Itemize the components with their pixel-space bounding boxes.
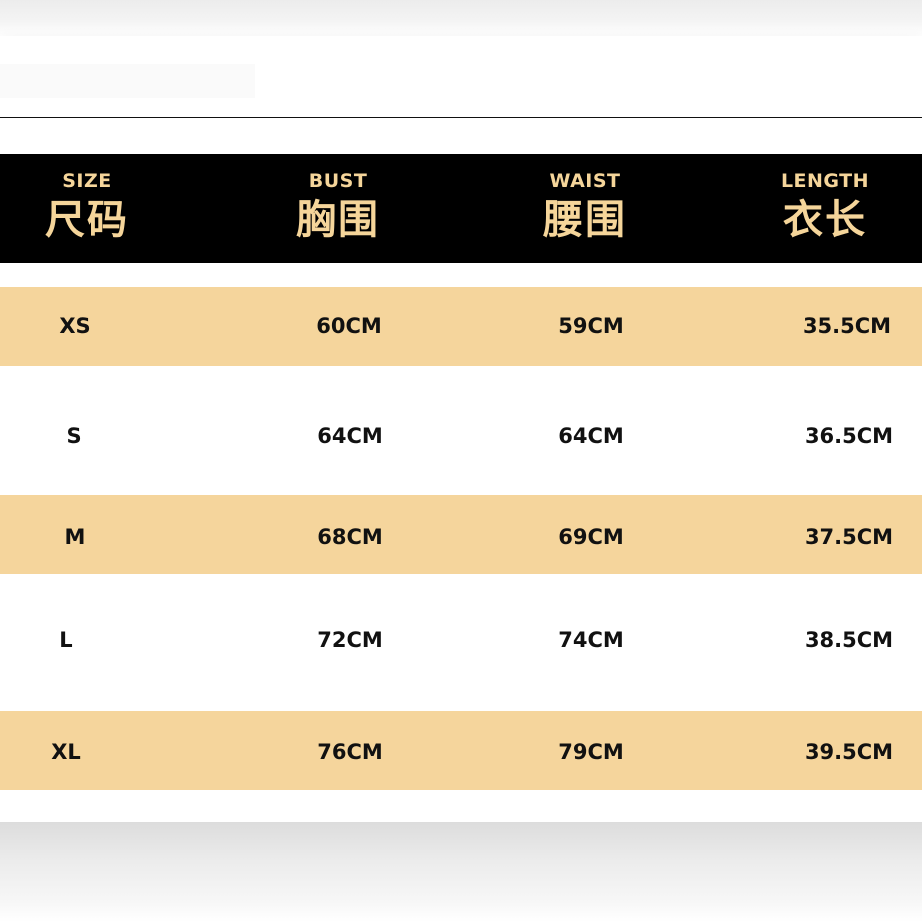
header-length-en: LENGTH xyxy=(780,170,870,192)
header-bust-en: BUST xyxy=(308,170,368,192)
header-waist-zh: 腰围 xyxy=(543,197,627,243)
header-length-zh: 衣长 xyxy=(783,197,867,243)
cell-size: XL xyxy=(51,740,81,764)
cell-size: XS xyxy=(59,314,91,338)
top-divider xyxy=(0,117,922,118)
cell-waist: 69CM xyxy=(558,525,624,549)
table-row: S 64CM 64CM 36.5CM xyxy=(0,366,922,495)
cell-size: L xyxy=(59,628,73,652)
faint-band xyxy=(0,64,255,98)
cell-length: 37.5CM xyxy=(804,525,894,549)
table-row: XL 76CM 79CM 39.5CM xyxy=(0,711,922,790)
cell-bust: 72CM xyxy=(317,628,383,652)
cell-size: M xyxy=(64,525,86,549)
header-size-zh: 尺码 xyxy=(45,197,129,243)
table-row: L 72CM 74CM 38.5CM xyxy=(0,574,922,711)
table-header: SIZE 尺码 BUST 胸围 WAIST 腰围 LENGTH 衣长 xyxy=(0,154,922,263)
header-bust: BUST 胸围 xyxy=(228,154,448,263)
header-waist: WAIST 腰围 xyxy=(475,154,695,263)
header-length: LENGTH 衣长 xyxy=(715,154,922,263)
cell-waist: 59CM xyxy=(558,314,624,338)
cell-bust: 76CM xyxy=(317,740,383,764)
cell-bust: 64CM xyxy=(317,424,383,448)
header-size-en: SIZE xyxy=(62,170,112,192)
header-waist-en: WAIST xyxy=(549,170,621,192)
cell-length: 39.5CM xyxy=(804,740,894,764)
cell-waist: 74CM xyxy=(558,628,624,652)
cell-length: 35.5CM xyxy=(802,314,892,338)
cell-waist: 79CM xyxy=(558,740,624,764)
table-row: M 68CM 69CM 37.5CM xyxy=(0,495,922,574)
cell-length: 38.5CM xyxy=(804,628,894,652)
cell-bust: 60CM xyxy=(316,314,382,338)
header-size: SIZE 尺码 xyxy=(0,154,197,263)
cell-bust: 68CM xyxy=(317,525,383,549)
cell-size: S xyxy=(66,424,82,448)
bottom-shadow xyxy=(0,822,922,922)
top-shadow xyxy=(0,0,922,36)
cell-length: 36.5CM xyxy=(804,424,894,448)
cell-waist: 64CM xyxy=(558,424,624,448)
header-bust-zh: 胸围 xyxy=(296,197,380,243)
table-row: XS 60CM 59CM 35.5CM xyxy=(0,287,922,366)
